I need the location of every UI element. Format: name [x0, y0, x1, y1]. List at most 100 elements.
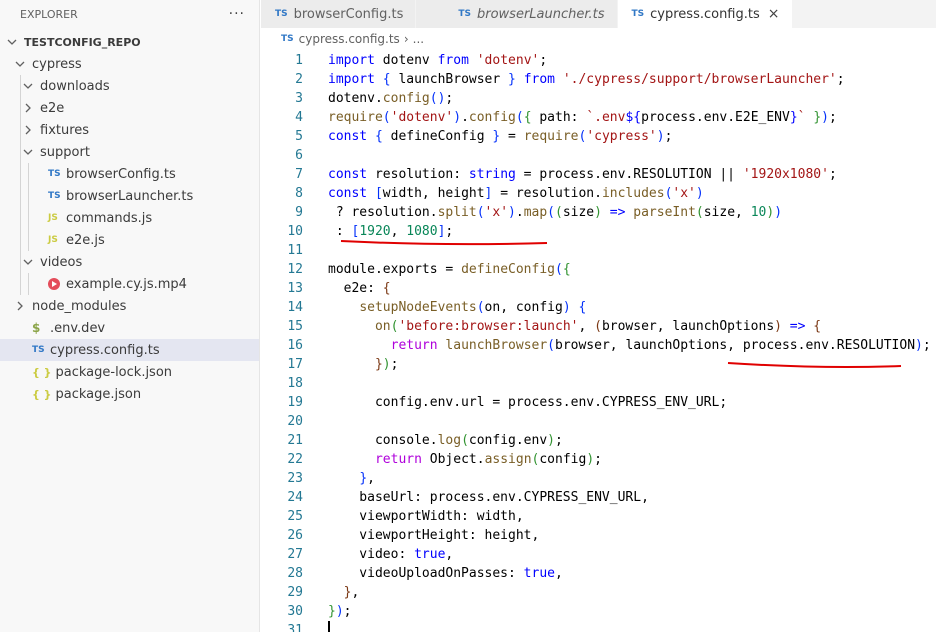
code-token: const [328, 167, 368, 182]
more-actions-icon[interactable]: ··· [229, 6, 245, 22]
code-text: import dotenv from 'dotenv'; [328, 51, 547, 70]
close-icon[interactable]: × [768, 6, 780, 22]
code-line[interactable]: 5 const { defineConfig } = require('cypre… [261, 127, 936, 146]
code-token: } [328, 604, 336, 619]
code-token: on [374, 319, 391, 334]
code-line[interactable]: 9 ? resolution.split('x').map((size) => … [261, 203, 936, 222]
code-line[interactable]: 23 }, [261, 469, 936, 488]
code-line[interactable]: 13 e2e: { [261, 279, 936, 298]
line-number: 16 [287, 338, 303, 353]
code-line[interactable]: 16 return launchBrowser(browser, launchO… [261, 336, 936, 355]
typescript-file-icon: TS [458, 9, 471, 19]
code-line[interactable]: 22 return Object.assign(config); [261, 450, 936, 469]
code-line[interactable]: 1 import dotenv from 'dotenv'; [261, 51, 936, 70]
code-token: size [562, 205, 595, 220]
tree-file[interactable]: TS browserLauncher.ts [0, 185, 259, 207]
tree-item-label: support [40, 144, 90, 160]
code-line[interactable]: 6 [261, 146, 936, 165]
code-token: `.env [586, 110, 626, 125]
editor-tab[interactable]: TS cypress.config.ts × [617, 0, 793, 28]
breadcrumb: TS cypress.config.ts › ... [261, 28, 936, 50]
tree-folder[interactable]: cypress [0, 53, 259, 75]
tree-file[interactable]: { } package-lock.json [0, 361, 259, 383]
line-number: 30 [287, 604, 303, 619]
code-token: , [390, 224, 407, 239]
code-line[interactable]: 14 setupNodeEvents(on, config) { [261, 298, 936, 317]
chevron-right-icon[interactable] [12, 298, 28, 314]
tree-file[interactable]: TS cypress.config.ts [0, 339, 259, 361]
code-line[interactable]: 8 const [width, height] = resolution.incl… [261, 184, 936, 203]
code-line[interactable]: 20 [261, 412, 936, 431]
tree-folder[interactable]: support [0, 141, 259, 163]
code-line[interactable]: 11 [261, 241, 936, 260]
code-line[interactable]: 2 import { launchBrowser } from './cypres… [261, 70, 936, 89]
tree-folder[interactable]: fixtures [0, 119, 259, 141]
code-line[interactable]: 10 : [1920, 1080]; [261, 222, 936, 241]
line-number: 14 [287, 300, 303, 315]
code-token: } [789, 110, 798, 125]
tree-folder[interactable]: e2e [0, 97, 259, 119]
code-line[interactable]: 29 }, [261, 583, 936, 602]
code-token: ; [390, 357, 399, 372]
tree-folder[interactable]: downloads [0, 75, 259, 97]
chevron-down-icon[interactable] [4, 34, 20, 50]
chevron-down-icon[interactable] [20, 144, 36, 160]
chevron-right-icon[interactable] [20, 100, 36, 116]
code-line[interactable]: 3 dotenv.config(); [261, 89, 936, 108]
code-token: config.env [468, 433, 548, 448]
chevron-down-icon[interactable] [12, 56, 28, 72]
code-token: import [328, 53, 375, 68]
code-token: ; [836, 72, 845, 87]
code-token: } [374, 357, 383, 372]
code-line[interactable]: 31 [261, 621, 936, 632]
line-number: 20 [287, 414, 303, 429]
code-line[interactable]: 24 baseUrl: process.env.CYPRESS_ENV_URL, [261, 488, 936, 507]
tree-root[interactable]: TESTCONFIG_REPO [0, 31, 259, 53]
tree-folder[interactable]: node_modules [0, 295, 259, 317]
code-text: videoUploadOnPasses: true, [328, 564, 563, 583]
code-line[interactable]: 4 require('dotenv').config({ path: `.env$… [261, 108, 936, 127]
code-line[interactable]: 21 console.log(config.env); [261, 431, 936, 450]
code-line[interactable]: 27 video: true, [261, 545, 936, 564]
tree-folder[interactable]: videos [0, 251, 259, 273]
tree-file[interactable]: example.cy.js.mp4 [0, 273, 259, 295]
breadcrumb-file[interactable]: cypress.config.ts [299, 32, 400, 46]
code-line[interactable]: 15 on('before:browser:launch', (browser,… [261, 317, 936, 336]
code-line[interactable]: 17 }); [261, 355, 936, 374]
indent-guide [20, 119, 21, 141]
tree-file[interactable]: JS commands.js [0, 207, 259, 229]
code-line[interactable]: 28 videoUploadOnPasses: true, [261, 564, 936, 583]
editor-tab[interactable]: TS browserConfig.ts [261, 0, 417, 28]
code-token: ) [695, 186, 704, 201]
code-token: , [578, 319, 595, 334]
tree-file[interactable]: TS browserConfig.ts [0, 163, 259, 185]
code-token: './cypress/support/browserLauncher' [555, 72, 837, 87]
tab-label: browserConfig.ts [293, 6, 404, 22]
breadcrumb-rest[interactable]: ... [413, 32, 424, 46]
code-text: return Object.assign(config); [328, 450, 602, 469]
code-line[interactable]: 18 [261, 374, 936, 393]
editor-tab[interactable]: TS browserLauncher.ts [416, 0, 618, 28]
tree-file[interactable]: JS e2e.js [0, 229, 259, 251]
code-text: const resolution: string = process.env.R… [328, 165, 837, 184]
line-number: 19 [287, 395, 303, 410]
tree-file[interactable]: $ .env.dev [0, 317, 259, 339]
code-token: config [539, 452, 587, 467]
chevron-down-icon[interactable] [20, 254, 36, 270]
chevron-down-icon[interactable] [20, 78, 36, 94]
code-line[interactable]: 30}); [261, 602, 936, 621]
code-line[interactable]: 12 module.exports = defineConfig({ [261, 260, 936, 279]
code-line[interactable]: 26 viewportHeight: height, [261, 526, 936, 545]
chevron-right-icon[interactable] [20, 122, 36, 138]
code-token: { [562, 262, 571, 277]
code-editor[interactable]: 1 import dotenv from 'dotenv'; 2 import { l… [261, 51, 936, 632]
tree-file[interactable]: { } package.json [0, 383, 259, 405]
code-line[interactable]: 19 config.env.url = process.env.CYPRESS_… [261, 393, 936, 412]
code-line[interactable]: 7 const resolution: string = process.env.… [261, 165, 936, 184]
line-number: 21 [287, 433, 303, 448]
typescript-file-icon: TS [631, 9, 645, 19]
line-number: 6 [295, 148, 303, 163]
code-line[interactable]: 25 viewportWidth: width, [261, 507, 936, 526]
